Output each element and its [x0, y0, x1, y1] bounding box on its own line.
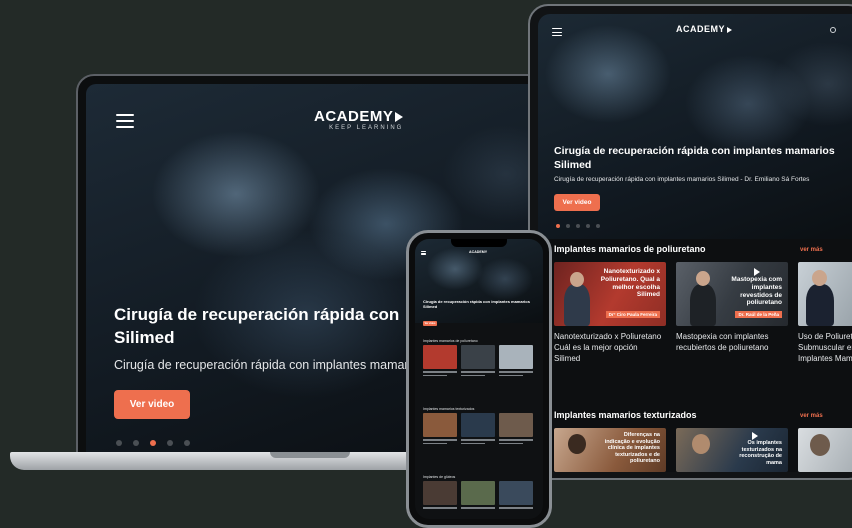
video-card[interactable]: [499, 481, 533, 509]
video-card[interactable]: [423, 413, 457, 444]
carousel-indicators: [116, 440, 190, 446]
hero-subtitle: Cirugía de recuperación rápida con impla…: [554, 176, 810, 183]
video-thumbnail[interactable]: [798, 428, 852, 472]
hero-title-line1: Cirugía de recuperación rápida con impla…: [554, 145, 835, 157]
see-more-link[interactable]: ver más: [800, 413, 823, 419]
speaker-figure: [690, 284, 716, 326]
video-card[interactable]: [499, 345, 533, 376]
academy-logo[interactable]: ACADEMY KEEP LEARNING: [314, 108, 404, 131]
video-caption: Mastopexia con implantes recubiertos de …: [676, 332, 769, 352]
search-icon[interactable]: [830, 27, 836, 33]
speaker-head: [812, 270, 827, 286]
phone-notch: [451, 239, 507, 247]
phone-frame: ACADEMY Cirugía de recuperación rápida c…: [406, 230, 552, 528]
logo-tagline: KEEP LEARNING: [329, 125, 404, 131]
laptop-hinge-notch: [270, 452, 350, 458]
carousel-indicators: [556, 224, 600, 228]
carousel-dot[interactable]: [150, 440, 156, 446]
speaker-head: [810, 434, 830, 456]
hero-subtitle: Cirugía de recuperación rápida con impla…: [114, 358, 425, 372]
device-mockup-stage: ACADEMY KEEP LEARNING Cirugía de recuper…: [0, 0, 852, 528]
video-caption: Uso de Poliuretano Submuscular en Implan…: [798, 332, 852, 363]
academy-logo[interactable]: ACADEMY: [676, 24, 733, 34]
section-title: Implantes mamarios de poliuretano: [423, 339, 478, 343]
hero-title-line2: Silimed: [114, 327, 175, 347]
logo-text: ACADEMY: [676, 24, 726, 34]
carousel-dot[interactable]: [586, 224, 590, 228]
video-thumbnail[interactable]: [798, 262, 852, 326]
carousel-dot[interactable]: [167, 440, 173, 446]
hero-title-line2: Silimed: [554, 159, 592, 172]
speaker-head: [568, 434, 586, 454]
hero-title: Cirugía de recuperación rápida con impla…: [554, 144, 835, 172]
thumbnail-title: Nanotexturizado x Poliuretano. Qual a me…: [600, 268, 660, 299]
carousel-dot[interactable]: [184, 440, 190, 446]
carousel-dot[interactable]: [596, 224, 600, 228]
video-card[interactable]: [423, 481, 457, 509]
see-more-link[interactable]: ver más: [800, 247, 823, 253]
video-card[interactable]: Nanotexturizado x Poliuretano. Qual a me…: [554, 262, 666, 364]
section-title: Implantes mamarios texturizados: [423, 407, 475, 411]
watch-video-button[interactable]: Ver video: [114, 390, 190, 419]
video-card[interactable]: [461, 345, 495, 376]
section-title-textured: Implantes mamarios texturizados: [554, 410, 697, 420]
play-icon: [754, 268, 760, 276]
video-card[interactable]: Mastopexia com implantes revestidos de p…: [676, 262, 788, 354]
video-card[interactable]: Diferenças na indicação e evolução clíni…: [554, 428, 666, 472]
carousel-dot[interactable]: [116, 440, 122, 446]
video-card[interactable]: Os implantes texturizados na reconstruçã…: [676, 428, 788, 472]
academy-logo[interactable]: ACADEMY: [469, 250, 487, 254]
watch-video-button[interactable]: Ver video: [554, 194, 600, 211]
play-icon: [752, 432, 758, 440]
speaker-figure: [806, 284, 834, 326]
tablet-screen: ACADEMY Cirugía de recuperación rápida c…: [538, 14, 852, 472]
video-card[interactable]: [461, 413, 495, 444]
hamburger-menu-icon[interactable]: [421, 251, 426, 255]
video-card[interactable]: [461, 481, 495, 509]
video-card[interactable]: Uso de Poliuretano Submuscular en Implan…: [798, 262, 852, 364]
hero-title: Cirugía de recuperación rápida con impla…: [423, 299, 530, 310]
carousel-dot[interactable]: [576, 224, 580, 228]
play-icon: [395, 112, 404, 123]
thumbnail-title: Diferenças na indicação e evolução clíni…: [604, 432, 660, 465]
speaker-head: [696, 271, 710, 286]
video-card[interactable]: [423, 345, 457, 376]
speaker-figure: [564, 284, 590, 326]
speaker-head: [570, 272, 584, 287]
section-title: Implantes de glúteos: [423, 475, 456, 479]
tablet-frame: ACADEMY Cirugía de recuperación rápida c…: [528, 4, 852, 480]
section-title-polyurethane: Implantes mamarios de poliuretano: [554, 244, 706, 254]
video-thumbnail[interactable]: Os implantes texturizados na reconstruçã…: [676, 428, 788, 472]
carousel-dot[interactable]: [133, 440, 139, 446]
carousel-dot[interactable]: [566, 224, 570, 228]
hamburger-menu-icon[interactable]: [552, 28, 562, 36]
hamburger-menu-icon[interactable]: [116, 114, 134, 128]
video-thumbnail[interactable]: Nanotexturizado x Poliuretano. Qual a me…: [554, 262, 666, 326]
video-card[interactable]: [499, 413, 533, 444]
video-thumbnail[interactable]: Mastopexia com implantes revestidos de p…: [676, 262, 788, 326]
phone-screen: ACADEMY Cirugía de recuperación rápida c…: [415, 239, 543, 519]
watch-video-button[interactable]: Ver video: [423, 321, 437, 326]
doctor-tag: Dr° Ciro Paula Ferreira: [605, 311, 660, 318]
video-thumbnail[interactable]: Diferenças na indicação e evolução clíni…: [554, 428, 666, 472]
play-icon: [727, 26, 733, 33]
carousel-dot[interactable]: [556, 224, 560, 228]
logo-text: ACADEMY: [314, 108, 394, 125]
doctor-tag: Dr. Raúl de la Peña: [735, 311, 782, 318]
thumbnail-title: Os implantes texturizados na reconstruçã…: [739, 440, 782, 466]
hero-title: Cirugía de recuperación rápida con Silim…: [114, 304, 399, 350]
video-caption: Nanotexturizado x Poliuretano Cuál es la…: [554, 332, 662, 363]
video-card[interactable]: [798, 428, 852, 472]
thumbnail-title: Mastopexia com implantes revestidos de p…: [731, 276, 782, 307]
speaker-head: [692, 434, 710, 454]
hero-title-line1: Cirugía de recuperación rápida con: [114, 305, 400, 324]
